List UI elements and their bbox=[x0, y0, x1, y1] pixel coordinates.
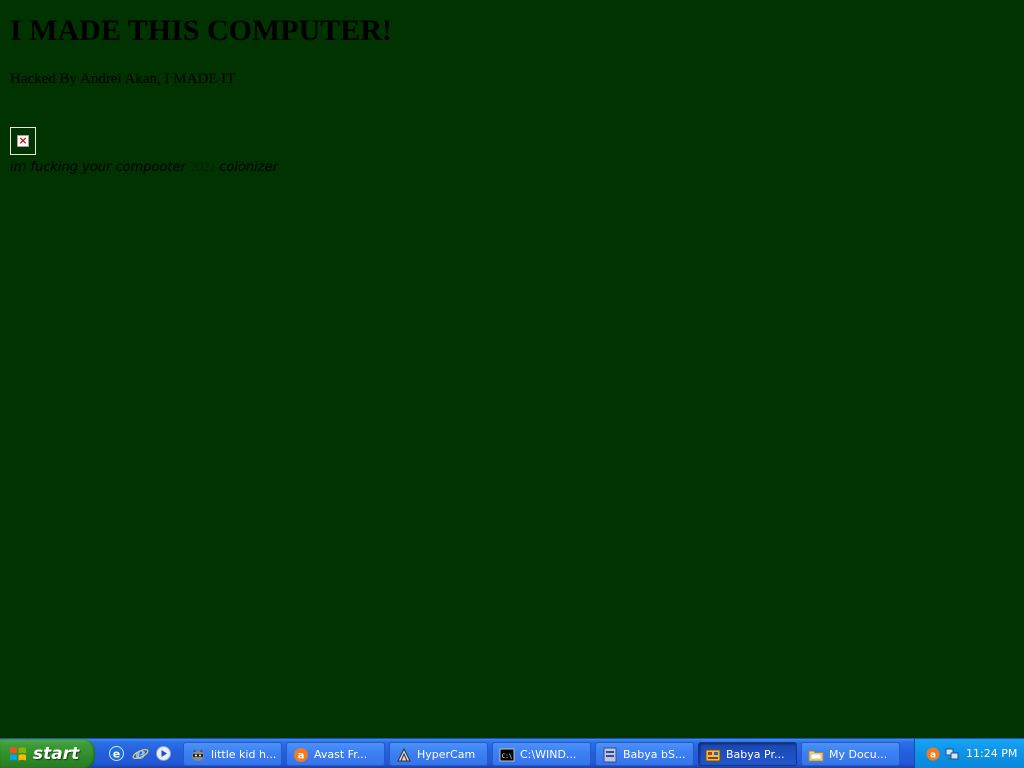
taskbar-button-label: Avast Fr... bbox=[314, 748, 368, 761]
internet-explorer-icon[interactable]: e bbox=[132, 745, 149, 762]
svg-text:a: a bbox=[298, 751, 305, 762]
broken-image-icon: × bbox=[17, 134, 29, 147]
taskbar-button-label: C:\WIND... bbox=[520, 748, 577, 761]
taskbar-button-my-documents[interactable]: My Docu... bbox=[801, 742, 900, 766]
svg-text:a: a bbox=[930, 751, 936, 761]
browser-page: I MADE THIS COMPUTER! Hacked By Andrei A… bbox=[0, 0, 1024, 738]
internet-explorer-old-icon[interactable]: e bbox=[108, 745, 125, 762]
windows-flag-icon bbox=[10, 747, 26, 761]
command-prompt-icon: C:\ bbox=[499, 748, 515, 762]
broken-image-placeholder: × bbox=[10, 127, 36, 155]
taskbar-button-babya-bs[interactable]: Babya bS... bbox=[595, 742, 694, 766]
taskbar-button-babya-pr[interactable]: Babya Pr... bbox=[698, 742, 797, 766]
taskbar-button-label: HyperCam bbox=[417, 748, 476, 761]
tagline-start: im fucking your compooter bbox=[10, 160, 190, 175]
avast-tray-icon[interactable]: a bbox=[925, 746, 941, 762]
avast-icon: a bbox=[294, 748, 308, 762]
taskbar-button-little-kid[interactable]: little kid h... bbox=[183, 742, 282, 766]
taskbar-button-hypercam[interactable]: HyperCam bbox=[389, 742, 488, 766]
svg-text:e: e bbox=[135, 745, 145, 762]
start-button[interactable]: start bbox=[0, 739, 95, 768]
page-tagline: im fucking your compooter 2021 colonizer bbox=[10, 159, 278, 175]
taskbar-button-label: My Docu... bbox=[829, 748, 888, 761]
taskbar-button-avast[interactable]: a Avast Fr... bbox=[286, 742, 385, 766]
start-label: start bbox=[33, 744, 80, 764]
hypercam-icon bbox=[397, 747, 411, 762]
folder-icon bbox=[808, 750, 824, 762]
raccoon-app-icon bbox=[192, 749, 204, 761]
taskbar-clock[interactable]: 11:24 PM bbox=[966, 747, 1017, 760]
taskbar-button-label: Babya bS... bbox=[623, 748, 686, 761]
taskbar: start e e little kid h... a Avast Fr... bbox=[0, 738, 1024, 768]
media-player-icon[interactable] bbox=[155, 745, 172, 762]
babya-app-icon bbox=[603, 747, 617, 763]
taskbar-button-label: little kid h... bbox=[211, 748, 277, 761]
taskbar-button-command-prompt[interactable]: C:\ C:\WIND... bbox=[492, 742, 591, 766]
network-tray-icon[interactable] bbox=[944, 746, 960, 762]
svg-text:e: e bbox=[113, 748, 120, 761]
babya-pr-icon bbox=[705, 749, 721, 762]
tagline-end: colonizer bbox=[219, 160, 278, 175]
tagline-mid: 2021 bbox=[190, 159, 220, 174]
page-byline: Hacked By Andrei Akan, I MADE IT bbox=[10, 71, 236, 87]
system-tray: a 11:24 PM bbox=[914, 739, 1024, 768]
svg-text:C:\: C:\ bbox=[502, 753, 513, 760]
taskbar-button-label: Babya Pr... bbox=[726, 748, 785, 761]
page-headline: I MADE THIS COMPUTER! bbox=[10, 14, 392, 47]
